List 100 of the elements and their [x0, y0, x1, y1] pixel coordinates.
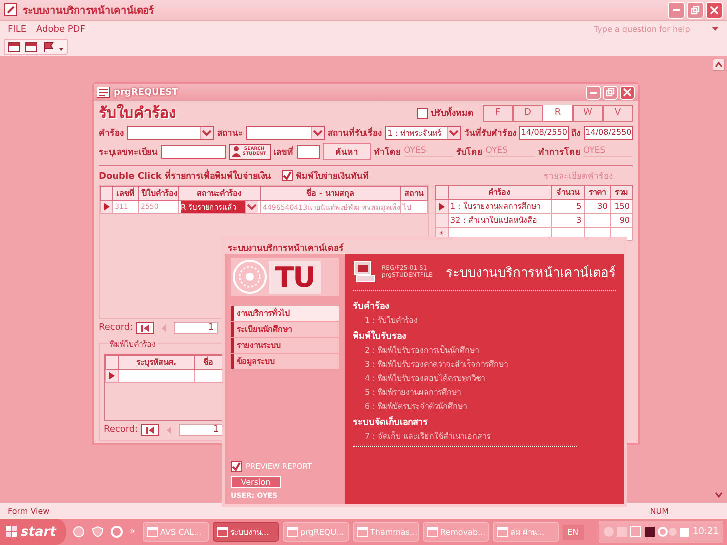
taskbar-button[interactable]: AVS CAL... — [142, 522, 209, 542]
dropdown-field[interactable] — [246, 126, 325, 140]
help-search-field[interactable]: Type a question for help — [592, 24, 702, 35]
checkbox[interactable] — [231, 461, 242, 472]
dropdown-arrow-icon[interactable] — [712, 27, 719, 32]
record-label: Record: — [104, 425, 138, 435]
column-header: ปีใบคำร้อง — [138, 186, 178, 200]
current-row-icon — [109, 372, 115, 380]
dropdown-button[interactable] — [245, 202, 258, 212]
table-cell[interactable] — [118, 370, 195, 382]
minimize-button[interactable] — [668, 2, 685, 18]
section-heading: รับคำร้อง — [353, 300, 390, 313]
field-label: รับโดย — [456, 146, 483, 158]
find-button[interactable]: ค้นหา — [323, 143, 372, 160]
field-label: ถึง — [572, 128, 581, 140]
filter-button[interactable]: F — [483, 104, 513, 122]
column-header: สถาน — [400, 186, 427, 200]
version-button[interactable]: Version — [231, 476, 281, 488]
record-number-field[interactable]: 1 — [179, 424, 224, 436]
dropdown-field[interactable]: 1 : ท่าพระจันทร์ — [384, 126, 462, 140]
minimize-icon — [673, 9, 680, 11]
input-field[interactable]: 14/08/2550 — [584, 126, 633, 140]
menu-item[interactable]: FILE — [8, 24, 27, 34]
more-button[interactable]: » — [127, 527, 139, 537]
close-button[interactable] — [706, 2, 723, 18]
table-cell: 3 — [551, 214, 584, 228]
field-label: คำร้อง — [99, 128, 124, 140]
start-button[interactable]: start — [0, 519, 66, 545]
menu-link[interactable]: 3 : พิมพ์ใบรับรองคาดว่าจะสำเร็จการศึกษา — [353, 358, 616, 371]
clock: 10:21 — [693, 527, 719, 537]
scroll-up-icon[interactable] — [713, 59, 725, 71]
taskbar-button[interactable]: Thammas... — [352, 522, 419, 542]
first-record-button[interactable] — [141, 424, 160, 436]
checkbox-label: ปรับทั้งหมด — [431, 106, 474, 120]
maximize-button[interactable] — [687, 2, 704, 18]
input-field[interactable] — [161, 144, 226, 158]
menu-item[interactable]: Adobe PDF — [36, 24, 86, 34]
input-field[interactable] — [296, 144, 320, 158]
field-value: OYES — [583, 146, 633, 157]
filter-button[interactable]: V — [603, 104, 633, 122]
first-record-button[interactable] — [136, 322, 154, 334]
restore-icon — [606, 88, 615, 97]
nav-item[interactable]: ข้อมูลระบบ — [231, 354, 339, 369]
menu-link[interactable]: 5 : พิมพ์รายงานผลการศึกษา — [353, 386, 616, 399]
circle-icon[interactable] — [111, 526, 123, 538]
minimize-icon — [590, 92, 597, 94]
record-number-field[interactable]: 1 — [174, 322, 218, 334]
nav-item[interactable]: งานบริการทั่วไป — [231, 306, 339, 321]
current-row-icon — [438, 202, 444, 210]
window-icon[interactable] — [25, 41, 39, 53]
filter-button[interactable]: W — [573, 104, 603, 122]
checkbox[interactable] — [417, 108, 428, 118]
menu-link[interactable]: 6 : พิมพ์บัตรประจำตัวนักศึกษา — [353, 400, 616, 413]
taskbar-button[interactable]: ระบบงาน... — [212, 522, 279, 542]
menu-link[interactable]: 4 : พิมพ์ใบรับรองสอบได้ครบทุกวิชา — [353, 372, 616, 385]
menu-link[interactable]: 7 : จัดเก็บ และเรียกใช้สำเนาเอกสาร — [353, 430, 616, 443]
nav-item[interactable]: รายงานระบบ — [231, 338, 339, 353]
dropdown-button[interactable] — [447, 127, 460, 139]
windows-flag-icon — [6, 526, 18, 538]
first-record-icon — [140, 324, 150, 332]
language-indicator[interactable]: EN — [562, 524, 584, 540]
field-label: เลขที่ — [274, 145, 294, 158]
nav-item[interactable]: ระเบียนนักศึกษา — [231, 322, 339, 337]
taskbar-button[interactable]: Removab... — [422, 522, 489, 542]
taskbar-button[interactable]: ลม ผ่าน... — [492, 522, 559, 542]
field-label: ทำโดย — [374, 146, 402, 158]
checkbox[interactable] — [282, 170, 294, 181]
taskbar-button[interactable]: prgREQU... — [282, 522, 349, 542]
column-header: สถานะคำร้อง — [178, 186, 260, 200]
instruction-text: Double Click ที่รายการเพื่อพิมพ์ใบจ่ายเงิน — [99, 168, 272, 182]
field-label: สถานะ — [217, 128, 244, 140]
column-header: เลขที่ — [112, 186, 138, 200]
column-header: ชื่อ - นามสกุล — [260, 186, 400, 200]
menu-link[interactable]: 2 : พิมพ์ใบรับรองการเป็นนักศึกษา — [353, 344, 616, 357]
table-cell: 5 — [551, 200, 584, 214]
window-icon — [286, 527, 298, 537]
field-label: วันที่รับคำร้อง — [464, 126, 516, 140]
column-header: ระบุรหัสนศ. — [118, 356, 195, 370]
menu-link[interactable]: 1 : รับใบคำร้อง — [353, 314, 616, 327]
dropdown-button[interactable] — [310, 127, 324, 139]
flag-icon[interactable] — [42, 41, 56, 53]
tray-icons-drawing[interactable] — [603, 526, 690, 538]
minimize-button[interactable] — [586, 86, 601, 100]
window-icon[interactable] — [8, 41, 22, 53]
window-icon — [146, 527, 158, 537]
shield-icon[interactable] — [92, 526, 104, 538]
dropdown-button[interactable] — [200, 127, 214, 139]
panel-heading: ระบบงานบริการหน้าเคาน์เตอร์ — [446, 264, 616, 282]
field-value: OYES — [486, 146, 536, 157]
maximize-button[interactable] — [603, 86, 618, 100]
status-text: Form View — [8, 506, 50, 516]
section-heading: ระบบจัดเก็บเอกสาร — [353, 415, 429, 429]
column-header: ชื่อ — [194, 356, 222, 370]
dropdown-field[interactable] — [127, 126, 214, 140]
filter-button[interactable]: R — [543, 104, 573, 122]
close-button[interactable] — [620, 86, 635, 100]
input-field[interactable]: 14/08/2550 — [519, 126, 569, 140]
column-header: รวม — [610, 186, 632, 200]
window-icon — [216, 527, 228, 537]
filter-button[interactable]: D — [513, 104, 543, 122]
